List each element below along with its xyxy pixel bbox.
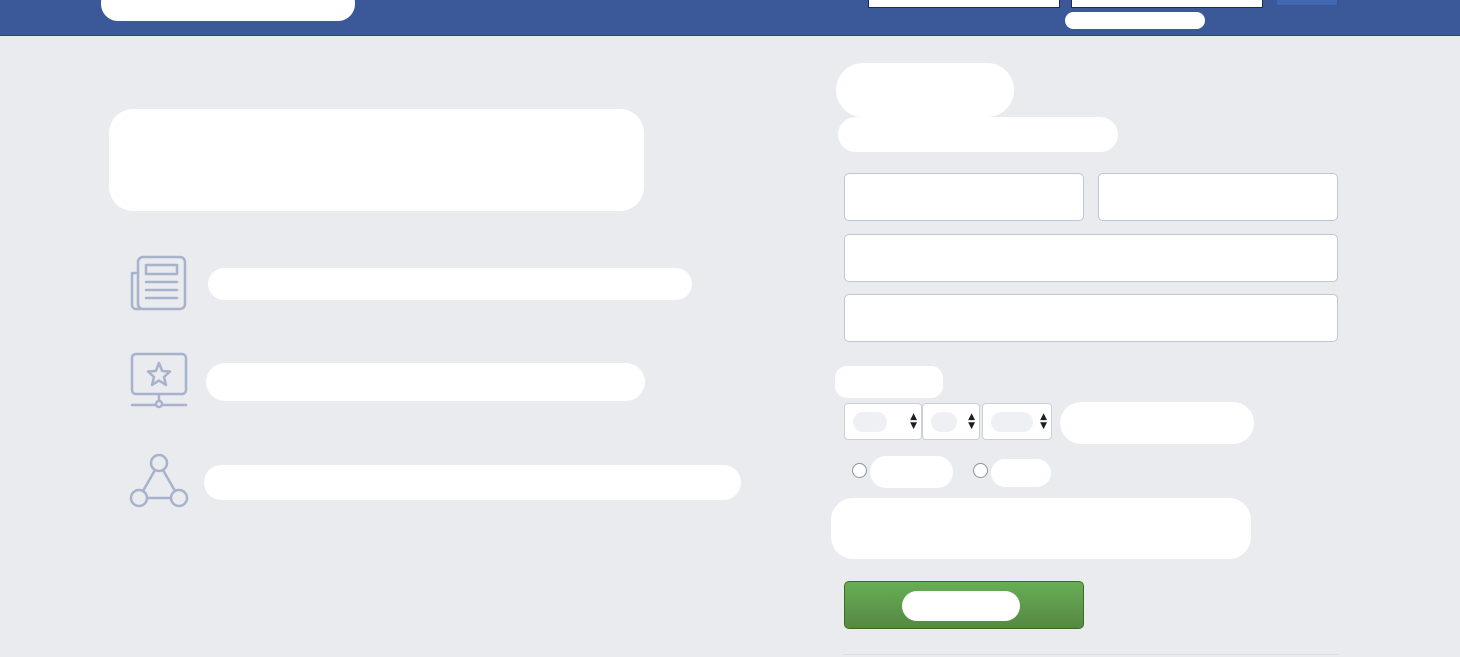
sign-up-button[interactable] <box>844 581 1084 629</box>
birthday-label <box>835 366 943 398</box>
monitor-star-icon <box>130 352 188 409</box>
login-button[interactable] <box>1276 0 1338 6</box>
signup-title <box>836 63 1014 117</box>
gender-male-radio[interactable] <box>973 463 988 478</box>
birthday-day-select[interactable]: ▲ ▼ <box>844 403 922 440</box>
top-navigation-bar <box>0 0 1460 36</box>
divider <box>843 654 1339 655</box>
gender-female-label[interactable] <box>870 456 953 488</box>
select-arrows-icon: ▲ ▼ <box>968 412 975 431</box>
promo-headline <box>109 109 644 211</box>
feature-news-feed-label <box>208 268 692 300</box>
select-arrows-icon: ▲ ▼ <box>910 412 917 431</box>
signup-subtitle <box>838 117 1118 152</box>
sign-up-button-label <box>902 591 1020 621</box>
gender-female-radio[interactable] <box>852 463 867 478</box>
birthday-year-value <box>991 412 1033 432</box>
birthday-year-select[interactable]: ▲ ▼ <box>982 403 1052 440</box>
gender-male-label[interactable] <box>991 459 1051 487</box>
site-logo[interactable] <box>101 0 355 21</box>
login-email-input[interactable] <box>868 0 1060 8</box>
login-password-input[interactable] <box>1071 0 1263 8</box>
new-password-input[interactable] <box>844 294 1338 342</box>
share-nodes-icon <box>129 453 189 508</box>
first-name-input[interactable] <box>844 173 1084 221</box>
feature-highlights-label <box>206 363 645 401</box>
birthday-day-value <box>853 412 887 432</box>
birthday-month-value <box>931 412 957 432</box>
last-name-input[interactable] <box>1098 173 1338 221</box>
feature-share-label <box>204 465 741 500</box>
birthday-month-select[interactable]: ▲ ▼ <box>922 403 980 440</box>
news-feed-icon <box>130 255 187 311</box>
birthday-help-link[interactable] <box>1060 402 1254 444</box>
email-or-phone-input[interactable] <box>844 234 1338 282</box>
select-arrows-icon: ▲ ▼ <box>1040 412 1047 431</box>
terms-text <box>831 498 1251 559</box>
forgot-account-link[interactable] <box>1065 12 1205 29</box>
